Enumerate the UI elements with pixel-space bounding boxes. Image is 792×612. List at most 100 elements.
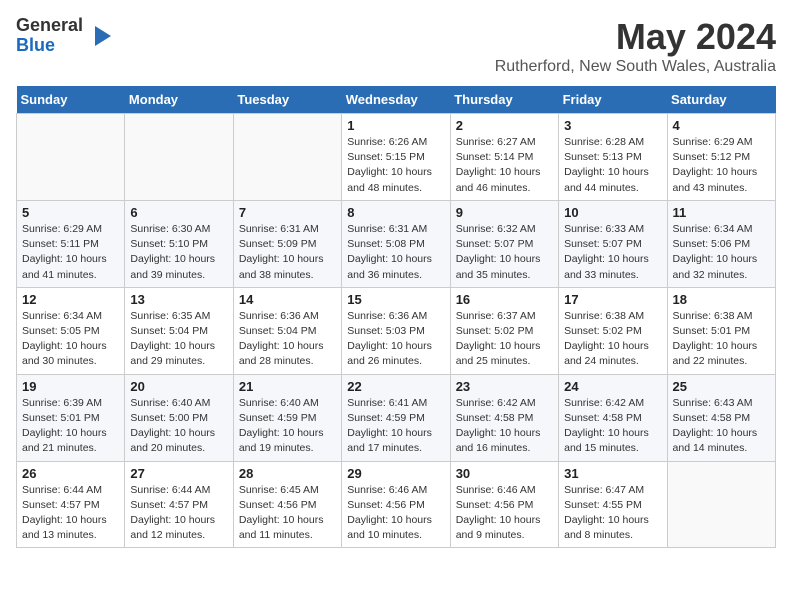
calendar-cell: 2 Sunrise: 6:27 AM Sunset: 5:14 PM Daylig… bbox=[450, 114, 558, 201]
day-number: 11 bbox=[673, 205, 770, 220]
day-number: 14 bbox=[239, 292, 336, 307]
day-number: 20 bbox=[130, 379, 227, 394]
header-thursday: Thursday bbox=[450, 86, 558, 114]
day-info: Sunrise: 6:42 AM Sunset: 4:58 PM Dayligh… bbox=[456, 396, 553, 457]
day-info: Sunrise: 6:36 AM Sunset: 5:04 PM Dayligh… bbox=[239, 309, 336, 370]
calendar-cell: 28 Sunrise: 6:45 AM Sunset: 4:56 PM Dayli… bbox=[233, 461, 341, 548]
day-info: Sunrise: 6:44 AM Sunset: 4:57 PM Dayligh… bbox=[22, 483, 119, 544]
day-number: 18 bbox=[673, 292, 770, 307]
day-info: Sunrise: 6:46 AM Sunset: 4:56 PM Dayligh… bbox=[347, 483, 444, 544]
logo-icon bbox=[87, 22, 115, 50]
calendar-cell: 7Sunrise: 6:31 AM Sunset: 5:09 PM Daylig… bbox=[233, 200, 341, 287]
day-info: Sunrise: 6:46 AM Sunset: 4:56 PM Dayligh… bbox=[456, 483, 553, 544]
day-number: 19 bbox=[22, 379, 119, 394]
day-info: Sunrise: 6:42 AM Sunset: 4:58 PM Dayligh… bbox=[564, 396, 661, 457]
calendar-cell: 21 Sunrise: 6:40 AM Sunset: 4:59 PM Dayli… bbox=[233, 374, 341, 461]
day-info: Sunrise: 6:43 AM Sunset: 4:58 PM Dayligh… bbox=[673, 396, 770, 457]
day-number: 16 bbox=[456, 292, 553, 307]
day-number: 5 bbox=[22, 205, 119, 220]
calendar-cell: 20 Sunrise: 6:40 AM Sunset: 5:00 PM Dayli… bbox=[125, 374, 233, 461]
calendar-cell bbox=[17, 114, 125, 201]
logo-blue: Blue bbox=[16, 36, 83, 56]
header: General Blue May 2024 Rutherford, New So… bbox=[16, 16, 776, 76]
day-number: 23 bbox=[456, 379, 553, 394]
calendar-week-row: 1 Sunrise: 6:26 AM Sunset: 5:15 PM Daylig… bbox=[17, 114, 776, 201]
calendar-cell: 31 Sunrise: 6:47 AM Sunset: 4:55 PM Dayli… bbox=[559, 461, 667, 548]
day-info: Sunrise: 6:45 AM Sunset: 4:56 PM Dayligh… bbox=[239, 483, 336, 544]
day-info: Sunrise: 6:39 AM Sunset: 5:01 PM Dayligh… bbox=[22, 396, 119, 457]
day-info: Sunrise: 6:38 AM Sunset: 5:01 PM Dayligh… bbox=[673, 309, 770, 370]
calendar-cell: 6Sunrise: 6:30 AM Sunset: 5:10 PM Daylig… bbox=[125, 200, 233, 287]
day-number: 6 bbox=[130, 205, 227, 220]
day-number: 28 bbox=[239, 466, 336, 481]
day-info: Sunrise: 6:38 AM Sunset: 5:02 PM Dayligh… bbox=[564, 309, 661, 370]
day-number: 24 bbox=[564, 379, 661, 394]
subtitle: Rutherford, New South Wales, Australia bbox=[495, 58, 776, 76]
calendar-cell: 5 Sunrise: 6:29 AM Sunset: 5:11 PM Daylig… bbox=[17, 200, 125, 287]
day-number: 12 bbox=[22, 292, 119, 307]
day-info: Sunrise: 6:31 AM Sunset: 5:08 PM Dayligh… bbox=[347, 222, 444, 283]
day-number: 27 bbox=[130, 466, 227, 481]
calendar-cell: 8Sunrise: 6:31 AM Sunset: 5:08 PM Daylig… bbox=[342, 200, 450, 287]
calendar-week-row: 26 Sunrise: 6:44 AM Sunset: 4:57 PM Dayli… bbox=[17, 461, 776, 548]
day-info: Sunrise: 6:32 AM Sunset: 5:07 PM Dayligh… bbox=[456, 222, 553, 283]
day-number: 3 bbox=[564, 118, 661, 133]
calendar-cell: 24 Sunrise: 6:42 AM Sunset: 4:58 PM Dayli… bbox=[559, 374, 667, 461]
calendar-cell: 27 Sunrise: 6:44 AM Sunset: 4:57 PM Dayli… bbox=[125, 461, 233, 548]
calendar-cell: 17Sunrise: 6:38 AM Sunset: 5:02 PM Dayli… bbox=[559, 287, 667, 374]
calendar-cell: 1 Sunrise: 6:26 AM Sunset: 5:15 PM Daylig… bbox=[342, 114, 450, 201]
day-info: Sunrise: 6:40 AM Sunset: 4:59 PM Dayligh… bbox=[239, 396, 336, 457]
calendar-cell: 23 Sunrise: 6:42 AM Sunset: 4:58 PM Dayli… bbox=[450, 374, 558, 461]
day-number: 22 bbox=[347, 379, 444, 394]
calendar-cell: 15Sunrise: 6:36 AM Sunset: 5:03 PM Dayli… bbox=[342, 287, 450, 374]
header-wednesday: Wednesday bbox=[342, 86, 450, 114]
day-number: 31 bbox=[564, 466, 661, 481]
calendar-cell: 14 Sunrise: 6:36 AM Sunset: 5:04 PM Dayli… bbox=[233, 287, 341, 374]
calendar-cell bbox=[233, 114, 341, 201]
calendar-cell bbox=[667, 461, 775, 548]
calendar-cell: 19 Sunrise: 6:39 AM Sunset: 5:01 PM Dayli… bbox=[17, 374, 125, 461]
day-number: 25 bbox=[673, 379, 770, 394]
header-monday: Monday bbox=[125, 86, 233, 114]
day-info: Sunrise: 6:27 AM Sunset: 5:14 PM Dayligh… bbox=[456, 135, 553, 196]
day-number: 2 bbox=[456, 118, 553, 133]
day-info: Sunrise: 6:41 AM Sunset: 4:59 PM Dayligh… bbox=[347, 396, 444, 457]
calendar-week-row: 12Sunrise: 6:34 AM Sunset: 5:05 PM Dayli… bbox=[17, 287, 776, 374]
day-info: Sunrise: 6:44 AM Sunset: 4:57 PM Dayligh… bbox=[130, 483, 227, 544]
day-info: Sunrise: 6:33 AM Sunset: 5:07 PM Dayligh… bbox=[564, 222, 661, 283]
calendar-cell: 11 Sunrise: 6:34 AM Sunset: 5:06 PM Dayli… bbox=[667, 200, 775, 287]
title-area: May 2024 Rutherford, New South Wales, Au… bbox=[495, 16, 776, 76]
calendar-cell: 25 Sunrise: 6:43 AM Sunset: 4:58 PM Dayli… bbox=[667, 374, 775, 461]
day-number: 29 bbox=[347, 466, 444, 481]
day-number: 21 bbox=[239, 379, 336, 394]
calendar-week-row: 19 Sunrise: 6:39 AM Sunset: 5:01 PM Dayli… bbox=[17, 374, 776, 461]
calendar-cell: 16 Sunrise: 6:37 AM Sunset: 5:02 PM Dayli… bbox=[450, 287, 558, 374]
day-info: Sunrise: 6:29 AM Sunset: 5:11 PM Dayligh… bbox=[22, 222, 119, 283]
day-info: Sunrise: 6:35 AM Sunset: 5:04 PM Dayligh… bbox=[130, 309, 227, 370]
day-info: Sunrise: 6:34 AM Sunset: 5:06 PM Dayligh… bbox=[673, 222, 770, 283]
calendar-week-row: 5 Sunrise: 6:29 AM Sunset: 5:11 PM Daylig… bbox=[17, 200, 776, 287]
day-number: 1 bbox=[347, 118, 444, 133]
day-info: Sunrise: 6:29 AM Sunset: 5:12 PM Dayligh… bbox=[673, 135, 770, 196]
calendar-table: SundayMondayTuesdayWednesdayThursdayFrid… bbox=[16, 86, 776, 548]
calendar-cell bbox=[125, 114, 233, 201]
day-info: Sunrise: 6:37 AM Sunset: 5:02 PM Dayligh… bbox=[456, 309, 553, 370]
day-number: 4 bbox=[673, 118, 770, 133]
calendar-cell: 3 Sunrise: 6:28 AM Sunset: 5:13 PM Daylig… bbox=[559, 114, 667, 201]
header-friday: Friday bbox=[559, 86, 667, 114]
day-number: 9 bbox=[456, 205, 553, 220]
header-saturday: Saturday bbox=[667, 86, 775, 114]
day-number: 26 bbox=[22, 466, 119, 481]
day-info: Sunrise: 6:26 AM Sunset: 5:15 PM Dayligh… bbox=[347, 135, 444, 196]
day-number: 13 bbox=[130, 292, 227, 307]
day-info: Sunrise: 6:40 AM Sunset: 5:00 PM Dayligh… bbox=[130, 396, 227, 457]
calendar-cell: 30Sunrise: 6:46 AM Sunset: 4:56 PM Dayli… bbox=[450, 461, 558, 548]
day-info: Sunrise: 6:28 AM Sunset: 5:13 PM Dayligh… bbox=[564, 135, 661, 196]
calendar-cell: 29 Sunrise: 6:46 AM Sunset: 4:56 PM Dayli… bbox=[342, 461, 450, 548]
day-info: Sunrise: 6:47 AM Sunset: 4:55 PM Dayligh… bbox=[564, 483, 661, 544]
calendar-cell: 18 Sunrise: 6:38 AM Sunset: 5:01 PM Dayli… bbox=[667, 287, 775, 374]
calendar-cell: 12Sunrise: 6:34 AM Sunset: 5:05 PM Dayli… bbox=[17, 287, 125, 374]
calendar-cell: 26 Sunrise: 6:44 AM Sunset: 4:57 PM Dayli… bbox=[17, 461, 125, 548]
calendar-cell: 22 Sunrise: 6:41 AM Sunset: 4:59 PM Dayli… bbox=[342, 374, 450, 461]
day-number: 15 bbox=[347, 292, 444, 307]
